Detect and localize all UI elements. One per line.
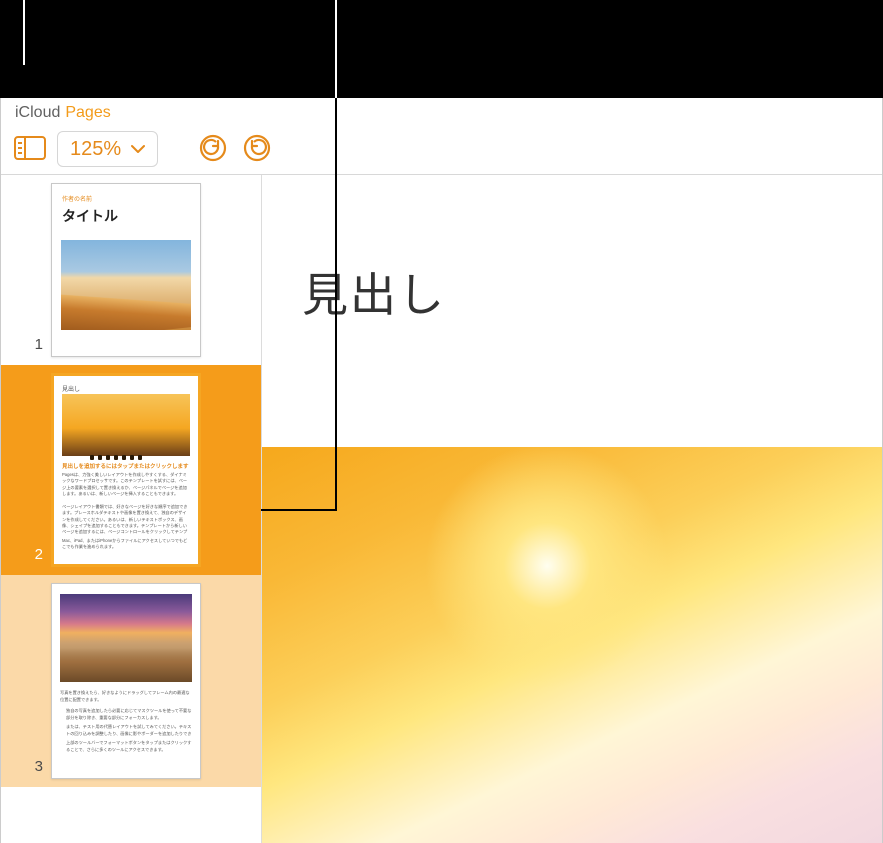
page-thumbnail-3[interactable]: 3 写真を置き換えたら、好きなようにドラッグしてフレーム内の最適な位置に配置でき…	[1, 575, 261, 787]
sidebar-view-icon	[13, 134, 47, 165]
thumbnail-body-text: Mac、iPad、またはiPhoneからファイルにアクセスしていつでもどこでも作…	[62, 538, 190, 558]
thumbnail-body-text: 写真を置き換えたら、好きなようにドラッグしてフレーム内の最適な位置に配置できます…	[60, 690, 192, 704]
page-number: 2	[1, 546, 51, 563]
page-thumbnail-2[interactable]: 2 見出し 見出しを追加するにはタップまたはクリックします Pagesは、力強く…	[1, 365, 261, 575]
annotation-overlay	[0, 0, 883, 98]
page-number: 3	[1, 758, 51, 775]
callout-line-right-vertical	[335, 98, 337, 509]
page-thumbnail-1[interactable]: 1 作者の名前 タイトル	[1, 175, 261, 365]
thumbnail-body-text: ページレイアウト書類では、好きなページを好きな順序で追加できます。プレースホルダ…	[62, 504, 190, 534]
undo-icon	[198, 133, 228, 166]
page-image-sunset[interactable]	[262, 447, 882, 843]
thumbnail-title: タイトル	[62, 206, 118, 226]
brand-icloud: iCloud	[15, 104, 60, 122]
page-thumbnails-panel: 1 作者の名前 タイトル 2 見出し 見出しを追加するにはタップまたはクリックし…	[1, 175, 262, 843]
zoom-value: 125%	[70, 138, 121, 161]
brand-bar: iCloud Pages	[1, 98, 882, 124]
toolbar: 125%	[1, 124, 882, 174]
thumbnail-mini-heading: 見出し	[62, 384, 80, 393]
thumbnail-page: 写真を置き換えたら、好きなようにドラッグしてフレーム内の最適な位置に配置できます…	[51, 583, 201, 779]
callout-line-right-horizontal	[261, 509, 337, 511]
thumbnail-image-sunset	[62, 394, 190, 456]
view-options-button[interactable]	[13, 134, 47, 165]
app-window: iCloud Pages 125%	[0, 98, 883, 843]
redo-button[interactable]	[242, 133, 272, 166]
brand-pages: Pages	[65, 104, 110, 122]
thumbnail-bullet: 上部のツールバーでフォーマットボタンをタップまたはクリックすることで、さらに多く…	[66, 740, 192, 752]
chevron-down-icon	[131, 144, 145, 154]
thumbnail-category-label: 作者の名前	[62, 194, 92, 203]
thumbnail-image-desert	[61, 240, 191, 330]
thumbnail-page: 作者の名前 タイトル	[51, 183, 201, 357]
thumbnail-page: 見出し 見出しを追加するにはタップまたはクリックします Pagesは、力強く美し…	[51, 373, 201, 567]
page-heading[interactable]: 見出し	[262, 175, 882, 325]
callout-line-left	[23, 0, 25, 65]
thumbnail-subheading: 見出しを追加するにはタップまたはクリックします	[62, 462, 189, 470]
callout-line-right-top	[335, 0, 337, 98]
thumbnail-bullet: 独自の写真を追加したら必要に応じてマスクツールを使って不要な部分を取り除き、重要…	[66, 708, 192, 720]
sunset-gradient	[262, 447, 882, 843]
document-page[interactable]: 見出し	[262, 175, 882, 843]
thumbnail-image-dusk	[60, 594, 192, 682]
page-number: 1	[1, 336, 51, 353]
thumbnail-bullet: または、テスト用の代替レイアウトを試してみてください。テキストの回り込みを調整し…	[66, 724, 192, 736]
thumbnail-body-text: Pagesは、力強く美しいレイアウトを作成しやすくする、ダイナミックなワードプロ…	[62, 472, 190, 496]
silhouette-icon	[88, 442, 165, 448]
editor-panel: 見出し	[262, 175, 882, 843]
redo-icon	[242, 133, 272, 166]
undo-button[interactable]	[198, 133, 228, 166]
zoom-dropdown[interactable]: 125%	[57, 131, 158, 167]
